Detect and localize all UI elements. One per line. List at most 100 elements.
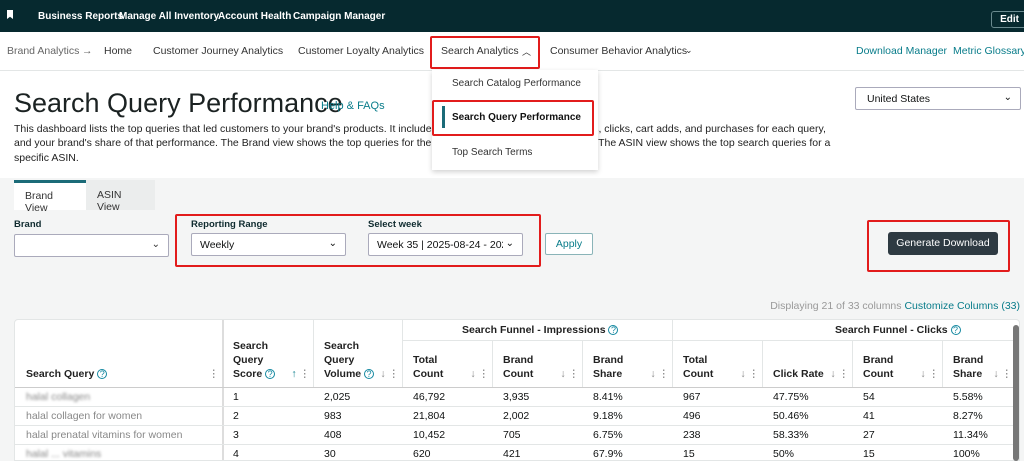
- cell-clicks-total-count: 496: [683, 410, 701, 422]
- help-icon[interactable]: ?: [364, 369, 375, 380]
- column-menu-icon[interactable]: ⋮: [389, 368, 400, 380]
- table-row[interactable]: halal prenatal vitamins for women 3 408 10,…: [15, 426, 1015, 445]
- nav-campaign-manager[interactable]: Campaign Manager: [293, 11, 385, 22]
- help-icon[interactable]: ?: [265, 369, 276, 380]
- nav-manage-inventory[interactable]: Manage All Inventory: [119, 11, 219, 22]
- sort-descending-icon[interactable]: ↓: [560, 368, 565, 380]
- customize-columns-link[interactable]: Customize Columns (33): [904, 300, 1020, 312]
- cell-clicks-total-count: 967: [683, 391, 701, 403]
- column-header-impressions-total-count[interactable]: Total Count ↓ ⋮: [413, 353, 489, 381]
- cell-clicks-brand-share: 11.34%: [953, 429, 988, 441]
- arrow-right-icon: →: [82, 45, 93, 57]
- column-menu-icon[interactable]: ⋮: [209, 368, 220, 380]
- cell-search-query: halal prenatal vitamins for women: [26, 429, 183, 441]
- sort-descending-icon[interactable]: ↓: [650, 368, 655, 380]
- country-select[interactable]: United States ⌄: [855, 87, 1021, 110]
- cell-search-query-volume: 30: [324, 448, 336, 460]
- cell-clicks-brand-share: 100%: [953, 448, 980, 460]
- cell-clicks-click-rate: 50.46%: [773, 410, 809, 422]
- apply-button[interactable]: Apply: [545, 233, 593, 255]
- cell-clicks-brand-count: 27: [863, 429, 875, 441]
- cell-impressions-brand-count: 3,935: [503, 391, 530, 403]
- column-header-impressions-brand-count[interactable]: Brand Count ↓ ⋮: [503, 353, 579, 381]
- column-menu-icon[interactable]: ⋮: [929, 368, 940, 380]
- column-menu-icon[interactable]: ⋮: [749, 368, 760, 380]
- column-menu-icon[interactable]: ⋮: [659, 368, 670, 380]
- table-row[interactable]: halal collagen 1 2,025 46,792 3,935 8.41% 967 4…: [15, 388, 1015, 407]
- page-description: This dashboard lists the top queries tha…: [14, 123, 831, 164]
- table-row[interactable]: halal ... vitamins 4 30 620 421 67.9% 15 50% 15 1…: [15, 445, 1015, 460]
- table-scrollbar[interactable]: [1013, 325, 1019, 461]
- column-label: Total: [413, 354, 438, 366]
- sort-descending-icon[interactable]: ↓: [920, 368, 925, 380]
- tab-asin-view[interactable]: ASIN View: [86, 180, 155, 213]
- column-menu-icon[interactable]: ⋮: [569, 368, 580, 380]
- breadcrumb[interactable]: Brand Analytics: [7, 45, 79, 57]
- column-header-clicks-brand-share[interactable]: Brand Share ↓ ⋮: [953, 353, 1012, 381]
- edit-button[interactable]: Edit: [991, 11, 1024, 28]
- column-header-clicks-total-count[interactable]: Total Count ↓ ⋮: [683, 353, 759, 381]
- subnav-consumer-behavior[interactable]: Consumer Behavior Analytics: [550, 45, 687, 57]
- brand-select[interactable]: ⌄: [14, 234, 169, 257]
- sort-descending-icon[interactable]: ↓: [830, 368, 835, 380]
- cell-impressions-total-count: 46,792: [413, 391, 446, 403]
- cell-clicks-click-rate: 58.33%: [773, 429, 809, 441]
- column-header-search-query-volume[interactable]: Search Query Volume ? ↓ ⋮: [324, 339, 399, 381]
- cell-search-query: halal collagen: [26, 391, 91, 403]
- divider: [402, 320, 403, 388]
- column-header-search-query-score[interactable]: Search Query Score ? ↑ ⋮: [233, 339, 310, 381]
- sort-ascending-icon[interactable]: ↑: [291, 368, 296, 380]
- metric-glossary-link[interactable]: Metric Glossary: [953, 45, 1024, 57]
- help-icon[interactable]: ?: [950, 325, 961, 336]
- cell-impressions-brand-share: 8.41%: [593, 391, 623, 403]
- chevron-down-icon[interactable]: ⌄: [685, 45, 693, 56]
- column-menu-icon[interactable]: ⋮: [300, 368, 311, 380]
- column-header-clicks-brand-count[interactable]: Brand Count ↓ ⋮: [863, 353, 939, 381]
- table-row[interactable]: halal collagen for women 2 983 21,804 2,002 9…: [15, 407, 1015, 426]
- column-menu-icon[interactable]: ⋮: [479, 368, 490, 380]
- subnav-customer-loyalty[interactable]: Customer Loyalty Analytics: [298, 45, 424, 57]
- download-manager-link[interactable]: Download Manager: [856, 45, 947, 57]
- chevron-down-icon: ⌄: [1003, 92, 1012, 103]
- cell-search-query: halal ... vitamins: [26, 448, 102, 460]
- sort-descending-icon[interactable]: ↓: [470, 368, 475, 380]
- highlight-generate-download: [867, 220, 1010, 272]
- cell-clicks-brand-share: 5.58%: [953, 391, 983, 403]
- column-label: Search: [324, 340, 360, 352]
- search-query-table: Search Funnel - Impressions ? Search Funn…: [14, 319, 1020, 461]
- column-label: Query: [233, 354, 264, 366]
- brand-label: Brand: [14, 219, 42, 230]
- divider: [582, 340, 583, 388]
- group-label: Search Funnel - Impressions: [462, 324, 606, 336]
- column-header-impressions-brand-share[interactable]: Brand Share ↓ ⋮: [593, 353, 669, 381]
- cell-impressions-brand-share: 9.18%: [593, 410, 623, 422]
- column-menu-icon[interactable]: ⋮: [839, 368, 850, 380]
- sort-descending-icon[interactable]: ↓: [740, 368, 745, 380]
- cell-search-query-score: 4: [233, 448, 239, 460]
- help-icon[interactable]: ?: [608, 325, 619, 336]
- cell-impressions-brand-count: 2,002: [503, 410, 530, 422]
- bookmark-icon[interactable]: [7, 10, 13, 19]
- cell-impressions-total-count: 10,452: [413, 429, 446, 441]
- nav-account-health[interactable]: Account Health: [218, 11, 291, 22]
- column-label: Brand: [503, 354, 534, 366]
- help-faqs-link[interactable]: Help & FAQs: [321, 100, 385, 112]
- subnav-home[interactable]: Home: [104, 45, 132, 57]
- menu-item-search-catalog[interactable]: Search Catalog Performance: [452, 78, 581, 89]
- subnav-customer-journey[interactable]: Customer Journey Analytics: [153, 45, 283, 57]
- cell-search-query-score: 1: [233, 391, 239, 403]
- cell-search-query-volume: 2,025: [324, 391, 351, 403]
- column-label: Total: [683, 354, 708, 366]
- country-value: United States: [867, 93, 931, 105]
- help-icon[interactable]: ?: [97, 369, 108, 380]
- tab-brand-view[interactable]: Brand View: [14, 180, 86, 214]
- cell-clicks-brand-count: 54: [863, 391, 875, 403]
- sort-descending-icon[interactable]: ↓: [380, 368, 385, 380]
- nav-business-reports[interactable]: Business Reports: [38, 11, 123, 22]
- sort-descending-icon[interactable]: ↓: [993, 368, 998, 380]
- group-label: Search Funnel - Clicks: [835, 324, 948, 336]
- column-header-search-query[interactable]: Search Query ? ⋮: [26, 367, 219, 381]
- column-menu-icon[interactable]: ⋮: [1002, 368, 1013, 380]
- menu-item-top-search-terms[interactable]: Top Search Terms: [452, 147, 532, 158]
- column-header-clicks-click-rate[interactable]: Click Rate ↓ ⋮: [773, 367, 849, 381]
